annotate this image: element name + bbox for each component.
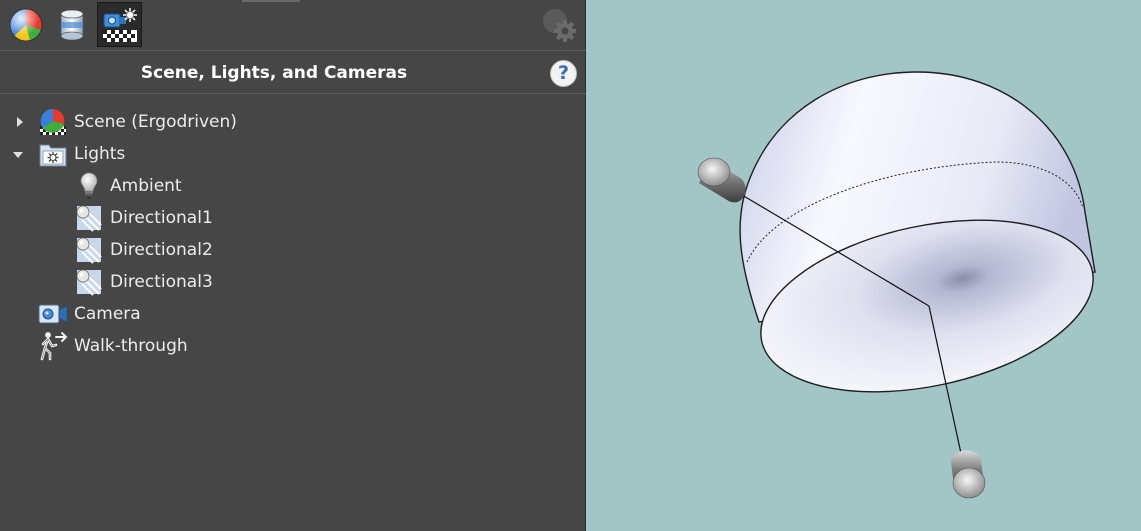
tree-item-label: Lights <box>74 144 126 164</box>
directional-light-icon <box>74 203 104 233</box>
lightbulb-icon <box>74 171 104 201</box>
camera-icon <box>38 299 68 329</box>
panel-heading: Scene, Lights, and Cameras ? <box>0 52 586 94</box>
tree-item-label: Directional3 <box>110 272 213 292</box>
directional-light-icon <box>74 235 104 265</box>
hemisphere-model <box>697 71 1096 499</box>
scene-lights-cameras-icon <box>102 7 137 42</box>
tree-item-label: Directional1 <box>110 208 213 228</box>
tree-item-label: Ambient <box>110 176 182 196</box>
cylinder-icon <box>60 9 83 40</box>
lights-folder-icon <box>38 139 68 169</box>
tree-item-directional1[interactable]: Directional1 <box>74 202 213 234</box>
tree-item-ambient[interactable]: Ambient <box>74 170 182 202</box>
graphics-viewport[interactable] <box>587 0 1141 531</box>
gear-icon <box>542 8 576 42</box>
property-manager-panel: Scene, Lights, and Cameras ? Scene (Ergo… <box>0 0 586 531</box>
directional-light-icon <box>74 267 104 297</box>
tree-item-directional3[interactable]: Directional3 <box>74 266 213 298</box>
tree-item-label: Scene (Ergodriven) <box>74 112 237 132</box>
expand-arrow-icon[interactable] <box>14 116 26 128</box>
light-handle-lower[interactable] <box>951 450 986 499</box>
tree-item-directional2[interactable]: Directional2 <box>74 234 213 266</box>
tree-item-walk-through[interactable]: Walk-through <box>38 330 188 362</box>
tree-item-label: Walk-through <box>74 336 188 356</box>
scene-icon <box>38 107 68 137</box>
light-handle-upper[interactable] <box>697 157 746 203</box>
panel-toolbar <box>0 0 586 51</box>
scene-lights-cameras-tab-button[interactable] <box>97 2 142 47</box>
help-button[interactable]: ? <box>550 60 577 87</box>
tree-item-scene[interactable]: Scene (Ergodriven) <box>17 106 237 138</box>
appearances-tab-button[interactable] <box>3 2 48 47</box>
tree-item-camera[interactable]: Camera <box>38 298 141 330</box>
color-sphere-icon <box>9 8 42 41</box>
tree-item-lights[interactable]: Lights <box>13 138 126 170</box>
panel-title: Scene, Lights, and Cameras <box>140 63 408 83</box>
decals-tab-button[interactable] <box>49 2 94 47</box>
tree-item-label: Camera <box>74 304 141 324</box>
collapse-arrow-icon[interactable] <box>12 149 24 161</box>
walk-through-icon <box>38 331 68 361</box>
settings-button[interactable] <box>536 2 581 47</box>
tree-item-label: Directional2 <box>110 240 213 260</box>
